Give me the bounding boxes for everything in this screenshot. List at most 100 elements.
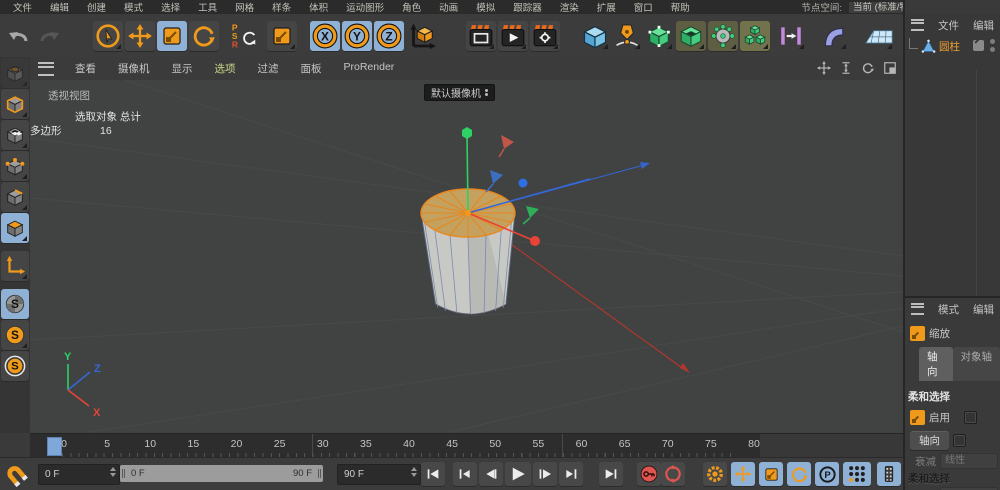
menu-item[interactable]: 扩展 bbox=[588, 0, 625, 14]
object-manager-menu-icon[interactable] bbox=[911, 19, 924, 31]
bend-deformer-button[interactable] bbox=[818, 21, 848, 51]
current-frame-field[interactable]: 0 F bbox=[38, 464, 120, 485]
menu-item[interactable]: 体积 bbox=[300, 0, 337, 14]
viewport-menu-item[interactable]: 显示 bbox=[161, 61, 204, 76]
viewport-menu-item[interactable]: 选项 bbox=[204, 61, 247, 76]
viewport-menu-item[interactable]: ProRender bbox=[333, 61, 406, 76]
visibility-dots[interactable] bbox=[990, 39, 995, 52]
points-mode-button[interactable] bbox=[1, 151, 29, 181]
edge-mode-button[interactable] bbox=[1, 182, 29, 212]
menu-item[interactable]: 跟踪器 bbox=[504, 0, 551, 14]
record-scale-toggle[interactable] bbox=[759, 462, 783, 486]
subdivision-surface-button[interactable] bbox=[644, 21, 674, 51]
frame-stepper[interactable] bbox=[110, 467, 116, 477]
menu-item[interactable]: 渲染 bbox=[551, 0, 588, 14]
am-menu-mode[interactable]: 模式 bbox=[932, 302, 965, 317]
axis-button[interactable]: 轴向 bbox=[910, 431, 949, 450]
autokey-button[interactable] bbox=[661, 462, 685, 486]
add-primitive-cube-button[interactable] bbox=[580, 21, 610, 51]
viewport-solo-single-button[interactable]: S bbox=[1, 320, 29, 350]
z-axis-lock-button[interactable]: Z bbox=[374, 21, 404, 51]
live-selection-tool[interactable] bbox=[93, 21, 123, 51]
menu-item[interactable]: 选择 bbox=[152, 0, 189, 14]
next-frame-button[interactable] bbox=[533, 462, 557, 486]
range-end-grip[interactable] bbox=[316, 465, 323, 482]
axis-checkbox[interactable] bbox=[953, 434, 966, 447]
viewport-solo-hierarchy-button[interactable]: S bbox=[1, 351, 29, 381]
menu-item[interactable]: 创建 bbox=[78, 0, 115, 14]
record-keyframe-button[interactable] bbox=[637, 462, 661, 486]
menu-item[interactable]: 样条 bbox=[263, 0, 300, 14]
undo-button[interactable] bbox=[3, 21, 33, 51]
menu-item[interactable]: 角色 bbox=[393, 0, 430, 14]
snap-magnet-icon[interactable] bbox=[1, 460, 31, 490]
cloner-button[interactable] bbox=[740, 21, 770, 51]
am-menu-edit[interactable]: 编辑 bbox=[967, 302, 1000, 317]
preview-range-slider[interactable]: 0 F90 F bbox=[120, 465, 323, 482]
viewport-3d[interactable]: Y Z X 透视视图 选取对象 总计 多边形16 默认摄像机 bbox=[30, 80, 903, 434]
attribute-menu-icon[interactable] bbox=[911, 303, 924, 315]
record-parameters-toggle[interactable]: P bbox=[815, 462, 839, 486]
object-row[interactable]: 圆柱 bbox=[905, 36, 1000, 56]
redo-button[interactable] bbox=[35, 21, 65, 51]
menu-item[interactable]: 窗口 bbox=[625, 0, 662, 14]
psr-keyframe-button[interactable]: P S R bbox=[229, 21, 259, 51]
prev-frame-button[interactable] bbox=[479, 462, 503, 486]
model-mode-button[interactable] bbox=[1, 89, 29, 119]
record-rotation-toggle[interactable] bbox=[787, 462, 811, 486]
end-frame-field[interactable]: 90 F bbox=[337, 464, 421, 485]
camera-label[interactable]: 默认摄像机 bbox=[424, 84, 495, 101]
viewport-menu-item[interactable]: 面板 bbox=[290, 61, 333, 76]
x-axis-lock-button[interactable]: X bbox=[310, 21, 340, 51]
keyframe-settings-button[interactable] bbox=[703, 462, 727, 486]
make-editable-button[interactable] bbox=[1, 58, 29, 88]
falloff-dropdown[interactable]: 线性 bbox=[940, 453, 998, 469]
viewport-menu-item[interactable]: 查看 bbox=[64, 61, 107, 76]
enable-axis-button[interactable] bbox=[1, 251, 29, 281]
menu-item[interactable]: 动画 bbox=[430, 0, 467, 14]
viewport-menu-icon[interactable] bbox=[38, 62, 54, 76]
menu-item[interactable]: 网格 bbox=[226, 0, 263, 14]
timeline-ruler[interactable]: 05101520253035404550556065707580 bbox=[30, 433, 760, 458]
menu-item[interactable]: 工具 bbox=[189, 0, 226, 14]
menu-item[interactable]: 文件 bbox=[4, 0, 41, 14]
menu-item[interactable]: 编辑 bbox=[41, 0, 78, 14]
generator-cube-button[interactable] bbox=[676, 21, 706, 51]
y-axis-lock-button[interactable]: Y bbox=[342, 21, 372, 51]
rotate-tool[interactable] bbox=[189, 21, 219, 51]
goto-start-button[interactable] bbox=[421, 462, 445, 486]
menu-item[interactable]: 模式 bbox=[115, 0, 152, 14]
menu-item[interactable]: 模拟 bbox=[467, 0, 504, 14]
object-tag-icon[interactable] bbox=[973, 40, 984, 51]
record-position-toggle[interactable] bbox=[731, 462, 755, 486]
goto-end-button[interactable] bbox=[599, 462, 623, 486]
tab-object-axis[interactable]: 对象轴 bbox=[953, 347, 1000, 381]
texture-mode-button[interactable] bbox=[1, 120, 29, 150]
viewport-menu-item[interactable]: 摄像机 bbox=[107, 61, 161, 76]
scale-tool[interactable] bbox=[157, 21, 187, 51]
render-settings-button[interactable] bbox=[530, 21, 560, 51]
render-to-picture-viewer-button[interactable] bbox=[498, 21, 528, 51]
workplane-scale-icon[interactable] bbox=[267, 21, 297, 51]
rotate-view-icon[interactable] bbox=[860, 60, 875, 75]
object-name[interactable]: 圆柱 bbox=[939, 39, 960, 54]
menu-item[interactable]: 帮助 bbox=[662, 0, 699, 14]
zoom-view-icon[interactable] bbox=[838, 60, 853, 75]
next-key-button[interactable] bbox=[559, 462, 583, 486]
pan-view-icon[interactable] bbox=[816, 60, 831, 75]
end-frame-stepper[interactable] bbox=[411, 467, 417, 477]
viewport-solo-off-button[interactable]: S bbox=[1, 289, 29, 319]
record-pla-toggle[interactable] bbox=[843, 462, 871, 486]
viewport-menu-item[interactable]: 过滤 bbox=[247, 61, 290, 76]
render-view-button[interactable] bbox=[466, 21, 496, 51]
range-start-grip[interactable] bbox=[120, 465, 127, 482]
toggle-view-icon[interactable] bbox=[882, 60, 897, 75]
menu-item[interactable]: 运动图形 bbox=[337, 0, 393, 14]
spline-pen-button[interactable] bbox=[612, 21, 642, 51]
field-button[interactable] bbox=[776, 21, 806, 51]
coordinate-system-button[interactable] bbox=[406, 21, 436, 51]
om-menu-file[interactable]: 文件 bbox=[932, 18, 965, 33]
move-tool[interactable] bbox=[125, 21, 155, 51]
polygon-mode-button[interactable] bbox=[1, 213, 29, 243]
floor-button[interactable] bbox=[864, 21, 894, 51]
